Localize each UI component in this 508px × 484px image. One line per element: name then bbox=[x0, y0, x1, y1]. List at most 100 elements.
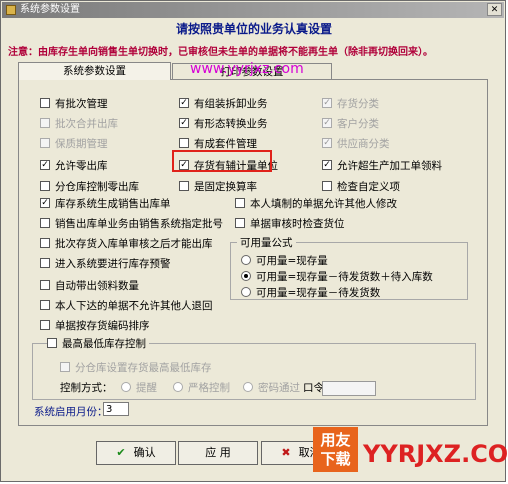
availability-group: 可用量公式 可用量=现存量 可用量=现存量－待发货数＋待入库数 可用量=现存量－… bbox=[230, 235, 468, 300]
checkbox-box[interactable]: ✓ bbox=[322, 118, 332, 128]
checkbox-box[interactable] bbox=[40, 181, 50, 191]
option-label: 是固定换算率 bbox=[194, 181, 257, 193]
cross-icon: ✖ bbox=[281, 446, 291, 459]
app-icon bbox=[6, 5, 16, 15]
checkbox-box[interactable] bbox=[40, 98, 50, 108]
checkbox-box[interactable] bbox=[40, 138, 50, 148]
checkbox-shelf-life[interactable]: 保质期管理 bbox=[40, 137, 108, 151]
checkbox-box[interactable] bbox=[47, 338, 57, 348]
availability-group-title: 可用量公式 bbox=[237, 235, 296, 250]
radio-remind[interactable]: 提醒 bbox=[121, 381, 157, 395]
checkbox-over-production[interactable]: ✓ 允许超生产加工单领料 bbox=[322, 159, 442, 173]
title-bar: 系统参数设置 ✕ bbox=[2, 2, 504, 18]
option-label: 本人下达的单据不允许其他人退回 bbox=[55, 300, 213, 312]
apply-button[interactable]: 应 用 bbox=[178, 441, 258, 465]
page-title: 请按照贵单位的业务认真设置 bbox=[175, 22, 332, 36]
settings-panel: 有批次管理 批次合并出库 保质期管理 ✓ 允许零出库 分仓库控制零出库 ✓ 库存系统… bbox=[18, 79, 488, 426]
button-label: 确认 bbox=[133, 446, 156, 459]
checkbox-assembly[interactable]: ✓ 有组装拆卸业务 bbox=[179, 97, 268, 111]
checkbox-box[interactable]: ✓ bbox=[322, 138, 332, 148]
checkbox-inventory-category[interactable]: ✓ 存货分类 bbox=[322, 97, 379, 111]
tab-system-params[interactable]: 系统参数设置 bbox=[18, 62, 171, 80]
radio-circle[interactable] bbox=[241, 287, 251, 297]
checkbox-box[interactable]: ✓ bbox=[322, 98, 332, 108]
checkbox-check-location[interactable]: 单据审核时检查货位 bbox=[235, 217, 345, 231]
checkbox-box[interactable] bbox=[235, 198, 245, 208]
option-label: 自动带出领料数量 bbox=[55, 280, 139, 292]
option-label: 允许零出库 bbox=[55, 160, 108, 172]
checkbox-box[interactable]: ✓ bbox=[322, 160, 332, 170]
checkbox-warehouse-zero-out[interactable]: 分仓库控制零出库 bbox=[40, 180, 139, 194]
radio-availability-2[interactable]: 可用量=现存量－待发货数＋待入库数 bbox=[241, 270, 433, 284]
radio-availability-1[interactable]: 可用量=现存量 bbox=[241, 254, 328, 268]
checkbox-box[interactable] bbox=[40, 300, 50, 310]
checkbox-form-conversion[interactable]: ✓ 有形态转换业务 bbox=[179, 117, 268, 131]
option-label: 严格控制 bbox=[188, 382, 230, 394]
checkbox-box[interactable]: ✓ bbox=[40, 160, 50, 170]
checkbox-kit-management[interactable]: 有成套件管理 bbox=[179, 137, 257, 151]
checkbox-customer-category[interactable]: ✓ 客户分类 bbox=[322, 117, 379, 131]
radio-circle[interactable] bbox=[243, 382, 253, 392]
option-label: 保质期管理 bbox=[55, 138, 108, 150]
start-month-input[interactable]: 3 bbox=[103, 402, 129, 416]
checkbox-box[interactable]: ✓ bbox=[179, 98, 189, 108]
close-icon[interactable]: ✕ bbox=[487, 3, 502, 16]
option-label: 客户分类 bbox=[337, 118, 379, 130]
checkbox-supplier-category[interactable]: ✓ 供应商分类 bbox=[322, 137, 390, 151]
option-label: 可用量=现存量 bbox=[256, 255, 328, 267]
checkbox-check-custom[interactable]: 检查自定义项 bbox=[322, 180, 400, 194]
checkbox-box[interactable] bbox=[322, 181, 332, 191]
checkbox-fixed-rate[interactable]: 是固定换算率 bbox=[179, 180, 257, 194]
radio-circle[interactable] bbox=[241, 255, 251, 265]
site-watermark: www.yyrjxz.com bbox=[190, 61, 304, 77]
radio-circle[interactable] bbox=[121, 382, 131, 392]
password-input[interactable] bbox=[322, 381, 376, 396]
radio-circle[interactable] bbox=[241, 271, 251, 281]
logo-line-1: 用友 bbox=[320, 431, 351, 449]
checkbox-box[interactable] bbox=[60, 362, 70, 372]
checkbox-box[interactable]: ✓ bbox=[179, 118, 189, 128]
checkbox-box[interactable] bbox=[179, 181, 189, 191]
checkbox-others-can-edit[interactable]: 本人填制的单据允许其他人修改 bbox=[235, 197, 397, 211]
checkbox-by-warehouse[interactable]: 分仓库设置存货最高最低库存 bbox=[60, 361, 212, 375]
checkbox-batch-audit-out[interactable]: 批次存货入库单审核之后才能出库 bbox=[40, 237, 213, 251]
checkbox-box[interactable] bbox=[40, 118, 50, 128]
radio-password[interactable]: 密码通过 bbox=[243, 381, 300, 395]
option-label: 批次存货入库单审核之后才能出库 bbox=[55, 238, 213, 250]
option-label: 单据审核时检查货位 bbox=[250, 218, 345, 230]
option-label: 检查自定义项 bbox=[337, 181, 400, 193]
option-label: 库存系统生成销售出库单 bbox=[55, 198, 171, 210]
radio-strict[interactable]: 严格控制 bbox=[173, 381, 230, 395]
checkbox-box[interactable] bbox=[40, 218, 50, 228]
checkbox-box[interactable]: ✓ bbox=[40, 198, 50, 208]
notice-text: 注意：由库存生单向销售生单切换时，已审核但未生单的单据将不能再生单（除非再切换回… bbox=[8, 47, 433, 58]
checkbox-box[interactable] bbox=[40, 238, 50, 248]
highlight-box bbox=[172, 150, 272, 172]
checkbox-box[interactable] bbox=[40, 258, 50, 268]
option-label: 供应商分类 bbox=[337, 138, 390, 150]
checkbox-no-return-by-others[interactable]: 本人下达的单据不允许其他人退回 bbox=[40, 299, 213, 313]
option-label: 提醒 bbox=[136, 382, 157, 394]
checkbox-auto-pick-qty[interactable]: 自动带出领料数量 bbox=[40, 279, 139, 293]
radio-availability-3[interactable]: 可用量=现存量－待发货数 bbox=[241, 286, 380, 300]
checkbox-sales-batch[interactable]: 销售出库单业务由销售系统指定批号 bbox=[40, 217, 223, 231]
start-month-label: 系统启用月份： bbox=[34, 406, 108, 418]
check-icon: ✔ bbox=[116, 446, 126, 459]
checkbox-stock-warning[interactable]: 进入系统要进行库存预警 bbox=[40, 257, 171, 271]
checkbox-box[interactable] bbox=[40, 320, 50, 330]
checkbox-batch-merge-out[interactable]: 批次合并出库 bbox=[40, 117, 118, 131]
checkbox-box[interactable] bbox=[40, 280, 50, 290]
checkbox-max-stock-control[interactable]: 最高最低库存控制 bbox=[47, 337, 149, 351]
option-label: 最高最低库存控制 bbox=[62, 338, 146, 350]
option-label: 存货分类 bbox=[337, 98, 379, 110]
checkbox-stock-gen-sales-out[interactable]: ✓ 库存系统生成销售出库单 bbox=[40, 197, 171, 211]
checkbox-box[interactable] bbox=[235, 218, 245, 228]
logo-text: YYRJXZ.COM bbox=[363, 440, 508, 468]
checkbox-batch-management[interactable]: 有批次管理 bbox=[40, 97, 108, 111]
checkbox-box[interactable] bbox=[179, 138, 189, 148]
confirm-button[interactable]: ✔ 确认 bbox=[96, 441, 176, 465]
checkbox-sort-by-code[interactable]: 单据按存货编码排序 bbox=[40, 319, 150, 333]
checkbox-allow-zero-out[interactable]: ✓ 允许零出库 bbox=[40, 159, 108, 173]
radio-circle[interactable] bbox=[173, 382, 183, 392]
option-label: 密码通过 bbox=[258, 382, 300, 394]
